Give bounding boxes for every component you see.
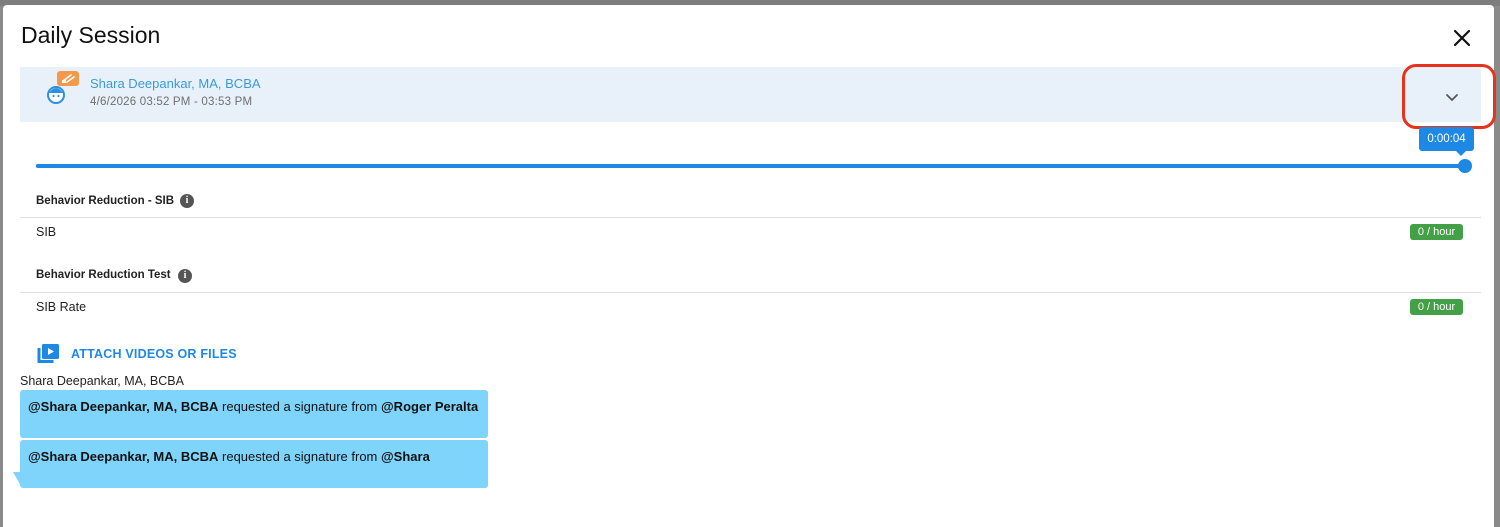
- expand-session-button[interactable]: [1440, 87, 1464, 107]
- video-library-icon: [37, 344, 59, 363]
- chevron-down-icon: [1446, 94, 1458, 101]
- message-tail: [13, 472, 21, 486]
- message-requester: @Shara Deepankar, MA, BCBA: [28, 449, 219, 464]
- avatar: [45, 71, 81, 105]
- message-target: @Shara: [381, 449, 430, 464]
- session-header[interactable]: Shara Deepankar, MA, BCBA 4/6/2026 03:52…: [20, 67, 1481, 122]
- row-label-sib-rate: SIB Rate: [36, 300, 87, 314]
- row-label-sib: SIB: [36, 225, 57, 239]
- child-avatar-icon: [47, 71, 79, 104]
- message-requester: @Shara Deepankar, MA, BCBA: [28, 399, 219, 414]
- comment-message: @Shara Deepankar, MA, BCBA requested a s…: [20, 390, 488, 438]
- message-text: requested a signature from: [218, 399, 381, 414]
- daily-session-modal: Daily Session Shara Deepankar, MA, BCBA …: [3, 5, 1496, 527]
- comment-message: @Shara Deepankar, MA, BCBA requested a s…: [20, 440, 488, 488]
- playback-slider-thumb[interactable]: [1458, 159, 1472, 173]
- clinician-name: Shara Deepankar, MA, BCBA: [90, 76, 261, 91]
- rate-badge: 0 / hour: [1410, 224, 1463, 240]
- info-icon[interactable]: i: [180, 194, 194, 208]
- session-time-range: 4/6/2026 03:52 PM - 03:53 PM: [90, 96, 253, 108]
- divider: [20, 292, 1481, 293]
- message-target: @Roger Peralta: [381, 399, 479, 414]
- close-icon: [1453, 29, 1471, 47]
- message-text: requested a signature from: [218, 449, 381, 464]
- modal-title: Daily Session: [21, 22, 161, 48]
- divider: [20, 217, 1481, 218]
- playback-slider-fill: [36, 164, 1465, 168]
- playback-time-label: 0:00:04: [1419, 127, 1474, 156]
- section-title-sib: Behavior Reduction - SIB: [36, 195, 175, 207]
- attach-files-label: ATTACH VIDEOS OR FILES: [71, 347, 237, 361]
- info-icon[interactable]: i: [178, 269, 192, 283]
- close-button[interactable]: [1449, 25, 1475, 51]
- comment-author: Shara Deepankar, MA, BCBA: [20, 374, 184, 388]
- rate-badge: 0 / hour: [1410, 299, 1463, 315]
- section-title-test: Behavior Reduction Test: [36, 269, 171, 281]
- playback-slider[interactable]: [36, 159, 1472, 173]
